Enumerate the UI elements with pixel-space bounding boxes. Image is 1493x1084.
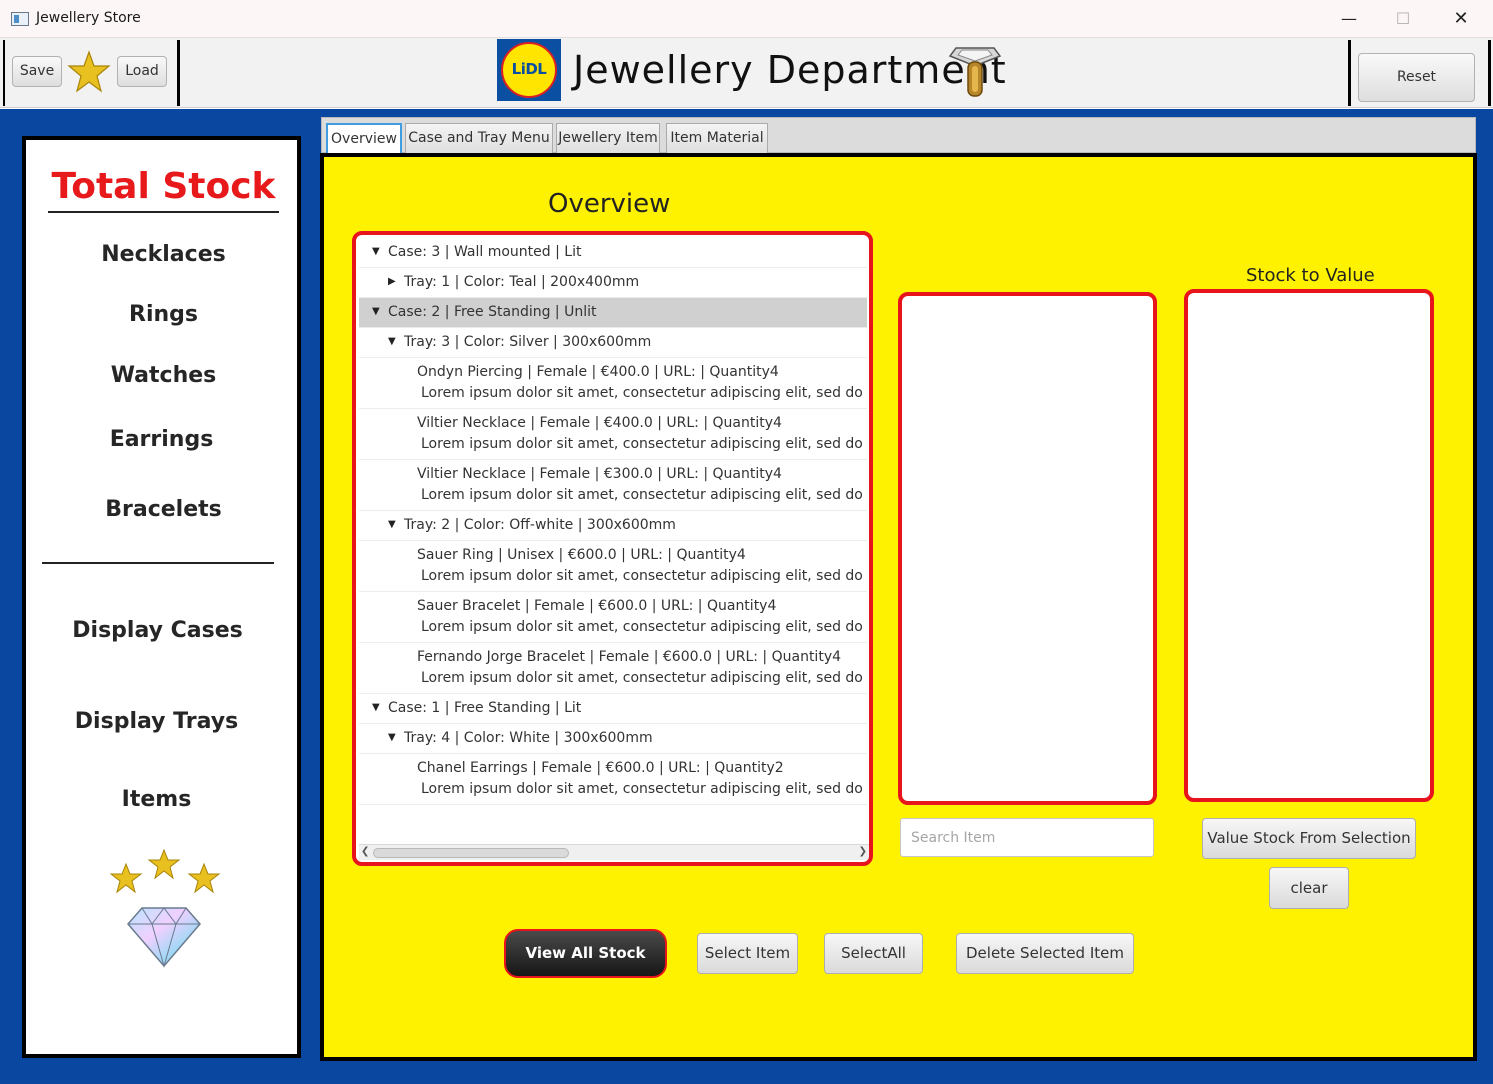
logo-text: LiDL	[511, 60, 547, 78]
tree-row-item[interactable]: Sauer Bracelet | Female | €600.0 | URL: …	[359, 592, 867, 643]
stock-tree-view[interactable]: ▼ Case: 3 | Wall mounted | Lit ▶ Tray: 1…	[352, 231, 873, 866]
sidebar-item-watches[interactable]: Watches	[26, 363, 301, 388]
tab-jewellery-item[interactable]: Jewellery Item	[556, 123, 660, 153]
expand-icon[interactable]: ▼	[388, 336, 396, 347]
star-icon	[67, 50, 111, 93]
tree-row-tray[interactable]: ▼ Tray: 2 | Color: Off-white | 300x600mm	[359, 511, 867, 541]
tree-row-case[interactable]: ▼ Case: 2 | Free Standing | Unlit	[359, 298, 867, 328]
divider	[177, 40, 180, 106]
select-item-button[interactable]: Select Item	[697, 933, 798, 974]
tree-row-tray[interactable]: ▼ Tray: 4 | Color: White | 300x600mm	[359, 724, 867, 754]
load-button[interactable]: Load	[117, 56, 167, 87]
divider	[48, 211, 279, 213]
minimize-button[interactable]: —	[1326, 4, 1372, 34]
close-button[interactable]: ✕	[1438, 4, 1484, 34]
header-bar: Save Load LiDL Jewellery Department Rese…	[0, 38, 1493, 108]
value-stock-button[interactable]: Value Stock From Selection	[1202, 818, 1416, 859]
tab-strip: Overview Case and Tray Menu Jewellery It…	[321, 117, 1476, 153]
sidebar-item-display-trays[interactable]: Display Trays	[19, 709, 294, 734]
diamond-icon	[127, 907, 201, 968]
search-results-list[interactable]	[898, 292, 1157, 805]
reset-button[interactable]: Reset	[1358, 53, 1475, 102]
maximize-button[interactable]: ☐	[1380, 4, 1426, 34]
view-all-stock-button[interactable]: View All Stock	[504, 929, 667, 978]
app-icon	[11, 12, 29, 26]
page-title: Jewellery Department	[573, 48, 1007, 92]
sidebar-item-display-cases[interactable]: Display Cases	[20, 618, 295, 643]
scroll-right-icon[interactable]: ❯	[859, 846, 867, 857]
tree-row-item[interactable]: Chanel Earrings | Female | €600.0 | URL:…	[359, 754, 867, 805]
sidebar-item-items[interactable]: Items	[19, 787, 294, 812]
stock-to-value-label: Stock to Value	[1246, 265, 1375, 286]
tree-row-case[interactable]: ▼ Case: 1 | Free Standing | Lit	[359, 694, 867, 724]
delete-selected-item-button[interactable]: Delete Selected Item	[956, 933, 1134, 974]
sidebar-item-rings[interactable]: Rings	[26, 302, 301, 327]
tree-row-tray[interactable]: ▼ Tray: 3 | Color: Silver | 300x600mm	[359, 328, 867, 358]
ring-icon	[948, 47, 1002, 97]
sidebar-title: Total Stock	[51, 166, 276, 207]
tree-row-item[interactable]: Fernando Jorge Bracelet | Female | €600.…	[359, 643, 867, 694]
expand-icon[interactable]: ▼	[388, 519, 396, 530]
divider	[3, 40, 5, 106]
tree-row-item[interactable]: Viltier Necklace | Female | €400.0 | URL…	[359, 409, 867, 460]
lidl-logo: LiDL	[497, 39, 561, 101]
expand-icon[interactable]: ▼	[388, 732, 396, 743]
sidebar-item-necklaces[interactable]: Necklaces	[26, 242, 301, 267]
divider	[1348, 40, 1351, 106]
expand-icon[interactable]: ▼	[372, 306, 380, 317]
stars-icon	[109, 848, 221, 894]
horizontal-scrollbar[interactable]: ❮ ❯	[359, 844, 869, 860]
collapse-icon[interactable]: ▶	[388, 276, 396, 287]
tree-row-tray[interactable]: ▶ Tray: 1 | Color: Teal | 200x400mm	[359, 268, 867, 298]
sidebar-item-earrings[interactable]: Earrings	[24, 427, 299, 452]
stock-to-value-list[interactable]	[1184, 289, 1434, 802]
overview-title: Overview	[548, 189, 671, 219]
sidebar: Total Stock Necklaces Rings Watches Earr…	[22, 136, 301, 1058]
tab-item-material[interactable]: Item Material	[666, 123, 768, 153]
scroll-left-icon[interactable]: ❮	[361, 846, 369, 857]
expand-icon[interactable]: ▼	[372, 246, 380, 257]
save-button[interactable]: Save	[12, 56, 62, 87]
tree-row-item[interactable]: Viltier Necklace | Female | €300.0 | URL…	[359, 460, 867, 511]
window-title: Jewellery Store	[36, 10, 141, 26]
tree-row-case[interactable]: ▼ Case: 3 | Wall mounted | Lit	[359, 238, 867, 268]
expand-icon[interactable]: ▼	[372, 702, 380, 713]
tab-case-and-tray-menu[interactable]: Case and Tray Menu	[405, 123, 553, 153]
search-input[interactable]	[900, 818, 1154, 857]
divider	[1488, 40, 1491, 106]
divider	[42, 562, 274, 564]
tab-overview[interactable]: Overview	[326, 123, 402, 153]
sidebar-item-bracelets[interactable]: Bracelets	[26, 497, 301, 522]
window-title-bar: Jewellery Store — ☐ ✕	[0, 0, 1493, 38]
select-all-button[interactable]: SelectAll	[824, 933, 923, 974]
scrollbar-thumb[interactable]	[373, 848, 569, 858]
clear-button[interactable]: clear	[1269, 867, 1349, 909]
tree-row-item[interactable]: Sauer Ring | Unisex | €600.0 | URL: | Qu…	[359, 541, 867, 592]
tree-row-item[interactable]: Ondyn Piercing | Female | €400.0 | URL: …	[359, 358, 867, 409]
